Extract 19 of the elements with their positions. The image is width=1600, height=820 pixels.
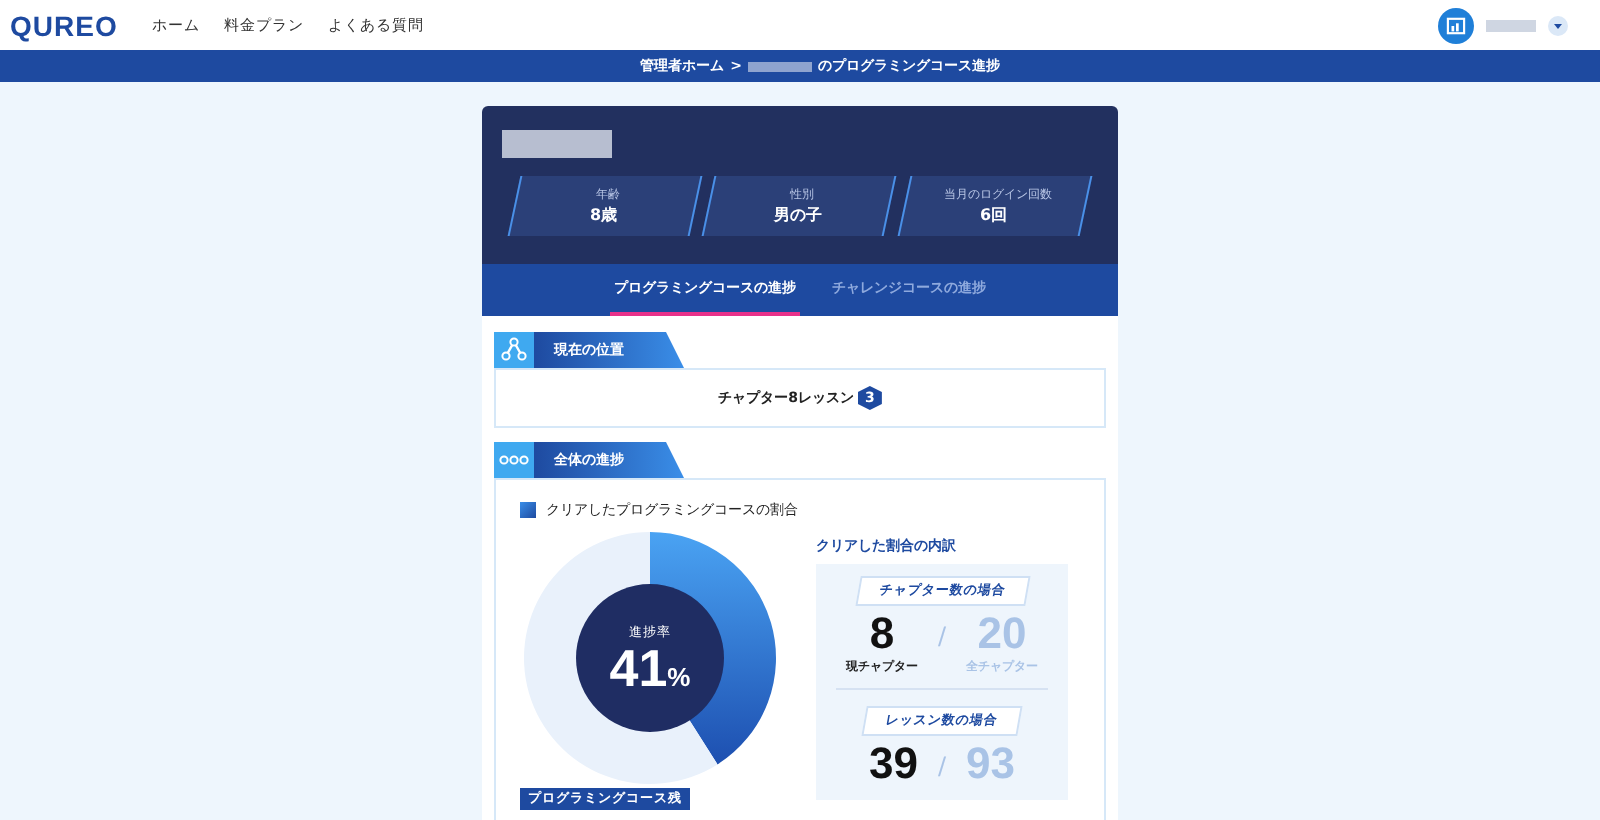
dropdown-icon[interactable]: [1548, 15, 1568, 35]
avatar-chart-icon[interactable]: [1438, 7, 1474, 43]
current-count: 39: [868, 740, 918, 789]
nodes-icon: [494, 332, 534, 368]
stat-value: 男の子: [774, 204, 823, 226]
total-count: 93: [966, 740, 1015, 789]
slash-separator: /: [937, 752, 947, 781]
logo[interactable]: QUREO: [10, 9, 118, 41]
stat-value: 6回: [979, 204, 1007, 226]
redacted-name: [502, 130, 612, 158]
dots-icon: [494, 442, 534, 478]
slash-separator: /: [937, 622, 947, 650]
center-value: 41%: [609, 641, 691, 693]
redacted-name: [1486, 19, 1536, 31]
square-icon: [520, 502, 536, 518]
total-count: 20: [977, 610, 1027, 659]
stat-value: 8歳: [589, 204, 617, 226]
current-count: 8: [869, 610, 895, 659]
redacted-name: [747, 61, 812, 71]
